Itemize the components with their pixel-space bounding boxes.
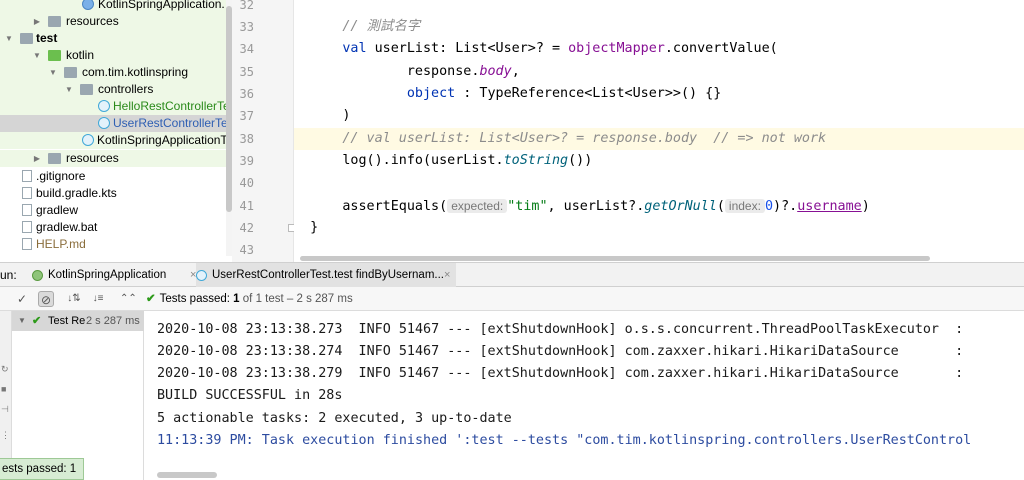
- console-line: 5 actionable tasks: 2 executed, 3 up-to-…: [157, 411, 512, 426]
- sort-alphabetically-icon[interactable]: ↓⇅: [66, 291, 82, 307]
- test-run-icon: [196, 270, 207, 281]
- chevron-down-icon[interactable]: ▼: [48, 64, 58, 81]
- code-line: val userList: List<User>? = objectMapper…: [342, 41, 778, 56]
- package-icon: [64, 67, 77, 78]
- code-line: response.body,: [406, 64, 520, 79]
- file-icon: [22, 204, 32, 216]
- console-line: BUILD SUCCESSFUL in 28s: [157, 388, 343, 403]
- test-class-icon: [98, 100, 110, 112]
- tab-kotlin-spring-application[interactable]: KotlinSpringApplication ×: [32, 263, 202, 287]
- tab-user-rest-controller-test[interactable]: UserRestControllerTest.test findByUserna…: [196, 263, 456, 287]
- code-editor[interactable]: // 測試名字 val userList: List<User>? = obje…: [294, 0, 1024, 262]
- line-number: 43: [239, 243, 254, 257]
- tree-item[interactable]: HelloRestControllerTe: [0, 98, 230, 115]
- line-number: 33: [239, 20, 254, 34]
- line-number: 39: [239, 154, 254, 168]
- scrollbar-thumb[interactable]: [300, 256, 930, 261]
- check-icon: ✔: [32, 315, 42, 327]
- tree-item-selected[interactable]: UserRestControllerTe: [0, 115, 228, 132]
- parameter-hint: expected:: [447, 199, 508, 213]
- line-number: 41: [239, 199, 254, 213]
- test-result-row[interactable]: ▼ ✔ Test Re 2 s 287 ms: [12, 311, 144, 331]
- line-number: 38: [239, 132, 254, 146]
- collapse-all-icon[interactable]: ⌃⌃: [120, 291, 137, 307]
- code-line: }: [310, 220, 319, 235]
- code-line: log().info(userList.toString()): [342, 153, 593, 168]
- resources-folder-icon: [48, 153, 61, 164]
- scrollbar-thumb[interactable]: [157, 472, 217, 478]
- more-icon[interactable]: ⋮: [1, 431, 10, 440]
- line-number: 36: [239, 87, 254, 101]
- show-passed-icon[interactable]: ✓: [14, 291, 30, 307]
- tree-item[interactable]: KotlinSpringApplicationT: [0, 132, 228, 149]
- code-line: object : TypeReference<List<User>>() {}: [406, 86, 722, 101]
- code-line: // 測試名字: [342, 19, 421, 34]
- console-line: 2020-10-08 23:13:38.279 INFO 51467 --- […: [157, 366, 964, 381]
- tree-item[interactable]: ▼ controllers: [0, 81, 226, 98]
- code-line: ): [342, 108, 351, 123]
- chevron-down-icon[interactable]: ▼: [32, 47, 42, 64]
- pin-icon[interactable]: ⊣: [1, 405, 10, 414]
- console-line: 2020-10-08 23:13:38.274 INFO 51467 --- […: [157, 344, 964, 359]
- run-side-strip: ↻ ■ ⊣ ⋮: [0, 311, 12, 480]
- tree-item[interactable]: gradlew.bat: [0, 219, 226, 236]
- tree-item[interactable]: KotlinSpringApplication.: [0, 0, 226, 13]
- line-number: 32: [239, 0, 254, 12]
- tests-passed-status: ✔ Tests passed: 1 of 1 test – 2 s 287 ms: [146, 293, 353, 305]
- run-label: un:: [0, 268, 17, 282]
- tree-item[interactable]: ▶ resources: [0, 13, 226, 30]
- line-number: 40: [239, 176, 254, 190]
- console-line: 11:13:39 PM: Task execution finished ':t…: [157, 433, 972, 448]
- tree-item[interactable]: build.gradle.kts: [0, 185, 226, 202]
- chevron-down-icon[interactable]: ▼: [18, 311, 26, 331]
- chevron-down-icon[interactable]: ▼: [4, 30, 14, 47]
- test-results-tree: ▼ ✔ Test Re 2 s 287 ms: [12, 311, 144, 480]
- tree-item[interactable]: HELP.md: [0, 236, 226, 253]
- sort-by-duration-icon[interactable]: ↓≡: [90, 291, 106, 307]
- file-icon: [22, 221, 32, 233]
- code-line-current: // val userList: List<User>? = response.…: [294, 128, 1024, 150]
- file-icon: [22, 170, 32, 182]
- tree-item[interactable]: ▼ test: [0, 30, 226, 47]
- run-tab-bar: un: KotlinSpringApplication × UserRestCo…: [0, 262, 1024, 287]
- resources-folder-icon: [48, 16, 61, 27]
- kotlin-file-icon: [82, 0, 94, 10]
- show-ignored-icon[interactable]: ⊘: [38, 291, 54, 307]
- spring-run-icon: [32, 270, 43, 281]
- folder-icon: [20, 33, 33, 44]
- test-source-folder-icon: [48, 50, 61, 61]
- stop-icon[interactable]: ■: [1, 385, 10, 394]
- test-class-icon: [82, 134, 94, 146]
- parameter-hint: index:: [724, 199, 765, 213]
- line-number: 35: [239, 65, 254, 79]
- chevron-right-icon[interactable]: ▶: [32, 13, 42, 30]
- chevron-down-icon[interactable]: ▼: [64, 81, 74, 98]
- markdown-file-icon: [22, 238, 32, 250]
- project-tree: KotlinSpringApplication. ▶ resources ▼ t…: [0, 0, 232, 256]
- line-number: 34: [239, 42, 254, 56]
- rerun-icon[interactable]: ↻: [1, 365, 10, 374]
- folder-icon: [80, 84, 93, 95]
- console-horizontal-scrollbar[interactable]: [157, 472, 1017, 479]
- code-line: assertEquals(expected: "tim", userList?.g…: [342, 199, 870, 214]
- chevron-right-icon[interactable]: ▶: [32, 150, 42, 167]
- line-number: 37: [239, 109, 254, 123]
- console-output[interactable]: 2020-10-08 23:13:38.273 INFO 51467 --- […: [145, 311, 1024, 480]
- tree-item[interactable]: ▼ kotlin: [0, 47, 226, 64]
- console-line: 2020-10-08 23:13:38.273 INFO 51467 --- […: [157, 322, 964, 337]
- tests-passed-notification[interactable]: ests passed: 1: [0, 458, 84, 480]
- tree-item[interactable]: ▼ com.tim.kotlinspring: [0, 64, 226, 81]
- gradle-file-icon: [22, 187, 32, 199]
- line-number: 42: [239, 221, 254, 235]
- test-runner-toolbar: ✓ ⊘ ↓⇅ ↓≡ ⌃⌃ ✔ Tests passed: 1 of 1 test …: [0, 287, 1024, 311]
- tree-item[interactable]: ▶ resources: [0, 150, 226, 167]
- close-icon[interactable]: ×: [444, 263, 450, 287]
- tree-item[interactable]: .gitignore: [0, 168, 226, 185]
- line-number-gutter: 32 33 34 35 36 37 38 39 40 41 42 43: [232, 0, 296, 262]
- tree-item[interactable]: gradlew: [0, 202, 226, 219]
- check-icon: ✔: [146, 293, 156, 305]
- test-class-icon: [98, 117, 110, 129]
